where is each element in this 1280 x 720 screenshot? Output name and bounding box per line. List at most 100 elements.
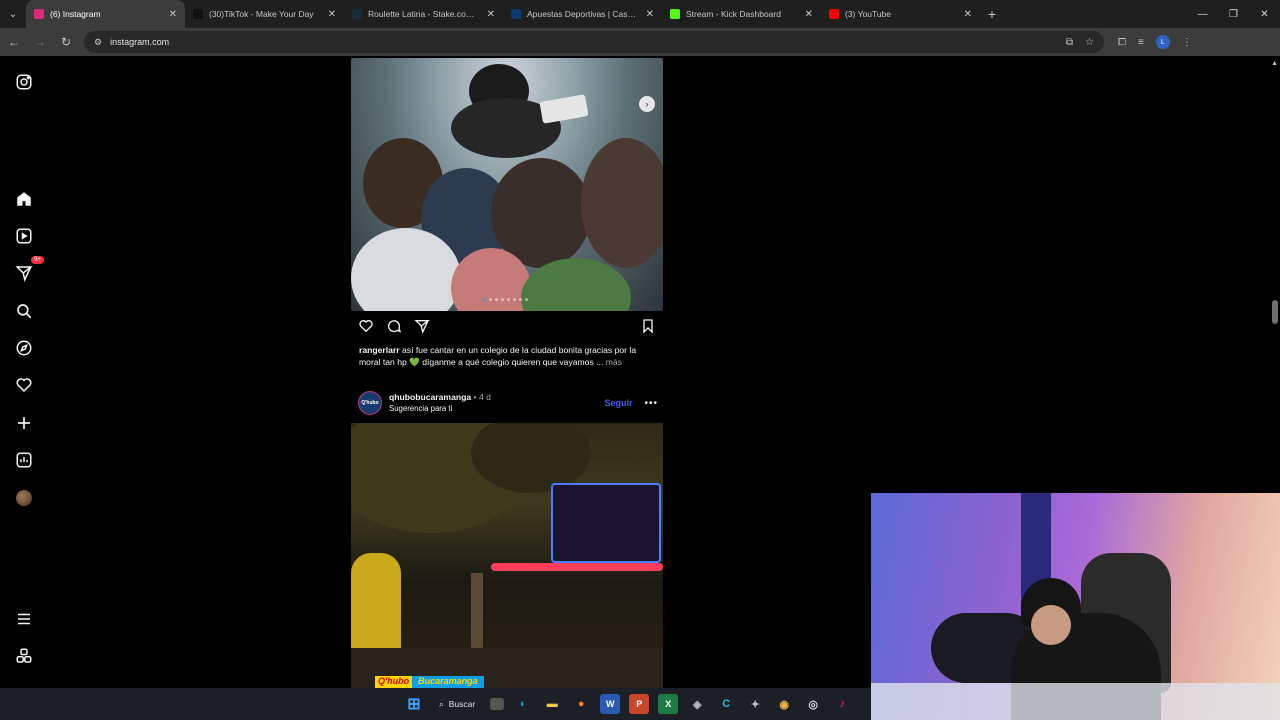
paper-prop bbox=[539, 94, 589, 124]
tab-close-icon[interactable]: ✕ bbox=[964, 9, 972, 20]
media-controls-icon[interactable]: ≡ bbox=[1138, 37, 1144, 48]
tab-title: Apuestas Deportivas | Casa de ... bbox=[527, 9, 640, 19]
browser-tab[interactable]: (30)TikTok - Make Your Day ✕ bbox=[185, 0, 344, 28]
carousel-dot bbox=[489, 298, 492, 301]
back-icon[interactable]: ← bbox=[2, 30, 26, 54]
app-icon[interactable]: ◈ bbox=[687, 694, 707, 714]
file-explorer-icon[interactable]: ▬ bbox=[542, 694, 562, 714]
post-image-carousel[interactable]: › bbox=[351, 58, 663, 311]
tab-title: (30)TikTok - Make Your Day bbox=[209, 9, 314, 19]
tab-close-icon[interactable]: ✕ bbox=[169, 9, 177, 20]
browser-tab[interactable]: Stream - Kick Dashboard ✕ bbox=[662, 0, 821, 28]
caption-more-link[interactable]: más bbox=[606, 357, 622, 367]
heart-icon[interactable] bbox=[14, 375, 34, 395]
dashboard-icon[interactable] bbox=[14, 450, 34, 470]
media-logo: Q'hubo Bucaramanga bbox=[375, 676, 484, 688]
word-icon[interactable]: W bbox=[600, 694, 621, 714]
site-info-icon[interactable]: ⚙ bbox=[94, 37, 102, 48]
reload-icon[interactable]: ↻ bbox=[54, 30, 78, 54]
taskbar-search-label: Buscar bbox=[448, 699, 476, 709]
task-view-icon[interactable] bbox=[490, 698, 505, 710]
like-heart-icon[interactable] bbox=[358, 318, 374, 339]
create-plus-icon[interactable] bbox=[14, 413, 34, 433]
install-app-icon[interactable]: ⧉ bbox=[1066, 37, 1073, 48]
close-window-icon[interactable]: ✕ bbox=[1249, 0, 1280, 28]
messages-icon[interactable]: 9+ bbox=[14, 256, 44, 283]
post-caption: rangerlarr así fue cantar en un colegio … bbox=[359, 344, 659, 368]
carousel-next-icon[interactable]: › bbox=[639, 96, 655, 112]
meta-separator: • bbox=[473, 392, 477, 402]
windows-start-icon[interactable]: ⊞ bbox=[404, 694, 424, 714]
taskbar-search-icon: ⌕ bbox=[439, 698, 444, 709]
carousel-dot bbox=[513, 298, 516, 301]
more-options-icon[interactable]: ••• bbox=[644, 398, 658, 409]
search-icon[interactable] bbox=[14, 301, 34, 321]
firefox-icon[interactable]: ● bbox=[571, 694, 591, 714]
tab-close-icon[interactable]: ✕ bbox=[805, 9, 813, 20]
chrome-icon[interactable]: ◉ bbox=[774, 694, 794, 714]
carousel-dot bbox=[519, 298, 522, 301]
instagram-logo-icon[interactable] bbox=[14, 72, 34, 92]
explore-icon[interactable] bbox=[14, 338, 34, 358]
sidebar-nav: 9+ bbox=[0, 56, 48, 688]
edge-icon[interactable]: ◐ bbox=[513, 694, 533, 714]
tab-close-icon[interactable]: ✕ bbox=[487, 9, 495, 20]
browser-menu-icon[interactable]: ⋮ bbox=[1182, 37, 1192, 48]
forward-icon[interactable]: → bbox=[28, 30, 52, 54]
tab-favicon-icon bbox=[511, 9, 521, 19]
new-tab-button[interactable]: + bbox=[980, 0, 1004, 28]
carousel-dot bbox=[507, 298, 510, 301]
post-image[interactable]: Q'hubo Bucaramanga bbox=[351, 423, 663, 688]
share-icon[interactable] bbox=[414, 318, 430, 339]
profile-avatar[interactable]: L bbox=[1155, 35, 1170, 49]
post-header: Q'hubo qhubobucaramanga • 4 d Sugerencia… bbox=[358, 390, 658, 416]
tab-title: (6) Instagram bbox=[50, 9, 101, 19]
obs-icon[interactable]: ◎ bbox=[803, 694, 823, 714]
extensions-icon[interactable]: ⧠ bbox=[1118, 37, 1126, 48]
hamburger-menu-icon[interactable] bbox=[14, 609, 34, 629]
post-author-meta: qhubobucaramanga • 4 d Sugerencia para t… bbox=[389, 392, 491, 414]
webcam-overlay bbox=[871, 493, 1280, 720]
bookmark-icon[interactable] bbox=[640, 318, 656, 339]
tab-favicon-icon bbox=[829, 9, 839, 19]
caption-username[interactable]: rangerlarr bbox=[359, 345, 400, 355]
canva-icon[interactable]: C bbox=[716, 694, 736, 714]
tab-favicon-icon bbox=[34, 9, 44, 19]
carousel-dot bbox=[525, 298, 528, 301]
restore-icon[interactable]: ❐ bbox=[1218, 0, 1249, 28]
logo-right-text: Bucaramanga bbox=[412, 676, 484, 688]
url-text: instagram.com bbox=[110, 37, 170, 47]
bookmark-star-icon[interactable]: ☆ bbox=[1085, 37, 1094, 48]
post-author-username[interactable]: qhubobucaramanga bbox=[389, 392, 471, 402]
tiktok-icon[interactable]: ♪ bbox=[832, 694, 852, 714]
minimize-icon[interactable]: — bbox=[1187, 0, 1218, 28]
scroll-up-icon[interactable]: ▲ bbox=[1271, 60, 1278, 67]
tab-strip: ⌄ (6) Instagram ✕ (30)TikTok - Make Your D… bbox=[0, 0, 1280, 28]
comment-icon[interactable] bbox=[386, 318, 402, 339]
browser-tab[interactable]: Apuestas Deportivas | Casa de ... ✕ bbox=[503, 0, 662, 28]
carousel-dot bbox=[483, 298, 486, 301]
game-app-icon[interactable]: ✦ bbox=[745, 694, 765, 714]
address-bar[interactable]: ⚙ instagram.com ⧉ ☆ bbox=[84, 31, 1104, 53]
excel-icon[interactable]: X bbox=[658, 694, 679, 714]
reels-icon[interactable] bbox=[14, 226, 34, 246]
tab-title: (3) YouTube bbox=[845, 9, 891, 19]
powerpoint-icon[interactable]: P bbox=[629, 694, 650, 714]
follow-button[interactable]: Seguir bbox=[604, 398, 632, 408]
home-icon[interactable] bbox=[14, 189, 34, 209]
browser-tab[interactable]: (6) Instagram ✕ bbox=[26, 0, 185, 28]
browser-tab[interactable]: Roulette Latina - Stake.com.co ✕ bbox=[344, 0, 503, 28]
carousel-dot bbox=[501, 298, 504, 301]
suggestion-label: Sugerencia para ti bbox=[389, 404, 453, 413]
profile-avatar-image bbox=[16, 490, 32, 506]
tab-search-icon[interactable]: ⌄ bbox=[0, 0, 26, 28]
meta-apps-icon[interactable] bbox=[14, 646, 34, 666]
post-author-avatar[interactable]: Q'hubo bbox=[358, 391, 382, 415]
tab-favicon-icon bbox=[193, 9, 203, 19]
profile-icon[interactable] bbox=[14, 488, 34, 508]
tab-close-icon[interactable]: ✕ bbox=[646, 9, 654, 20]
browser-tab[interactable]: (3) YouTube ✕ bbox=[821, 0, 980, 28]
scroll-thumb[interactable] bbox=[1272, 300, 1278, 324]
taskbar-search[interactable]: ⌕ Buscar bbox=[433, 699, 481, 710]
tab-close-icon[interactable]: ✕ bbox=[328, 9, 336, 20]
